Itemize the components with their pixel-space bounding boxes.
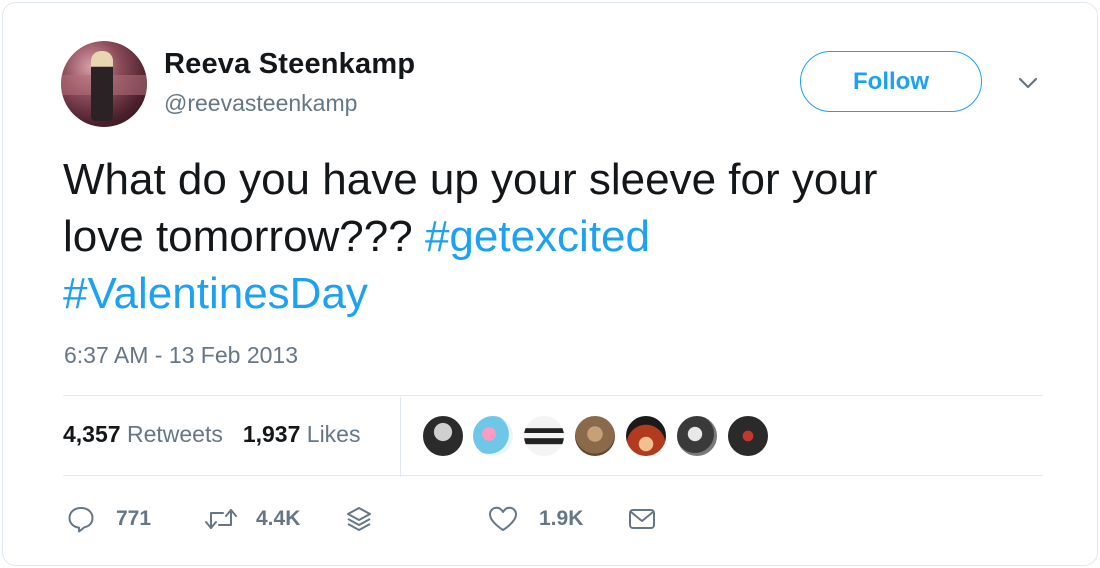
chevron-down-icon[interactable] (1015, 73, 1041, 93)
reply-button[interactable]: 771 (66, 503, 151, 535)
likes-stat[interactable]: 1,937 Likes (243, 421, 361, 447)
heart-icon (489, 506, 517, 531)
tweet-card: Reeva Steenkamp @reevasteenkamp Follow W… (2, 2, 1098, 566)
envelope-icon (629, 509, 655, 529)
tweet-text-line: love tomorrow??? (63, 212, 425, 261)
engagement-stats: 4,357 Retweets 1,937 Likes (63, 421, 360, 448)
tweet-text-line: What do you have up your sleeve for your (63, 155, 878, 204)
vertical-divider (400, 397, 401, 477)
likes-count: 1,937 (242, 421, 301, 447)
liker-avatar-5[interactable] (624, 414, 668, 458)
liker-avatar-2[interactable] (471, 414, 515, 458)
user-handle[interactable]: @reevasteenkamp (164, 90, 357, 117)
divider (63, 395, 1043, 396)
liker-avatar-6[interactable] (675, 414, 719, 458)
reply-count: 771 (116, 507, 152, 530)
retweets-stat[interactable]: 4,357 Retweets (63, 421, 223, 447)
retweet-count: 4.4K (256, 507, 301, 530)
hashtag-link[interactable]: #getexcited (425, 212, 650, 261)
layers-icon (347, 507, 371, 531)
retweets-count: 4,357 (63, 421, 121, 447)
hashtag-link[interactable]: #ValentinesDay (63, 269, 368, 318)
like-count: 1.9K (539, 507, 584, 530)
reply-icon (68, 507, 94, 533)
liker-avatar-1[interactable] (421, 414, 465, 458)
tweet-text: What do you have up your sleeve for your… (63, 151, 1023, 322)
retweet-icon (205, 509, 237, 529)
like-button[interactable]: 1.9K (487, 503, 583, 535)
liker-avatar-4[interactable] (573, 414, 617, 458)
follow-button[interactable]: Follow (800, 51, 982, 112)
likes-label: Likes (306, 421, 361, 447)
user-avatar[interactable] (61, 41, 147, 127)
divider (63, 475, 1043, 476)
retweet-button[interactable]: 4.4K (204, 503, 300, 535)
add-to-moment-button[interactable] (344, 503, 374, 535)
direct-message-button[interactable] (627, 503, 657, 535)
avatar-figure (91, 51, 113, 121)
liker-avatar-3[interactable] (522, 414, 566, 458)
liker-avatar-7[interactable] (726, 414, 770, 458)
retweets-label: Retweets (126, 421, 223, 447)
user-display-name[interactable]: Reeva Steenkamp (164, 48, 415, 81)
tweet-timestamp[interactable]: 6:37 AM - 13 Feb 2013 (64, 342, 298, 369)
